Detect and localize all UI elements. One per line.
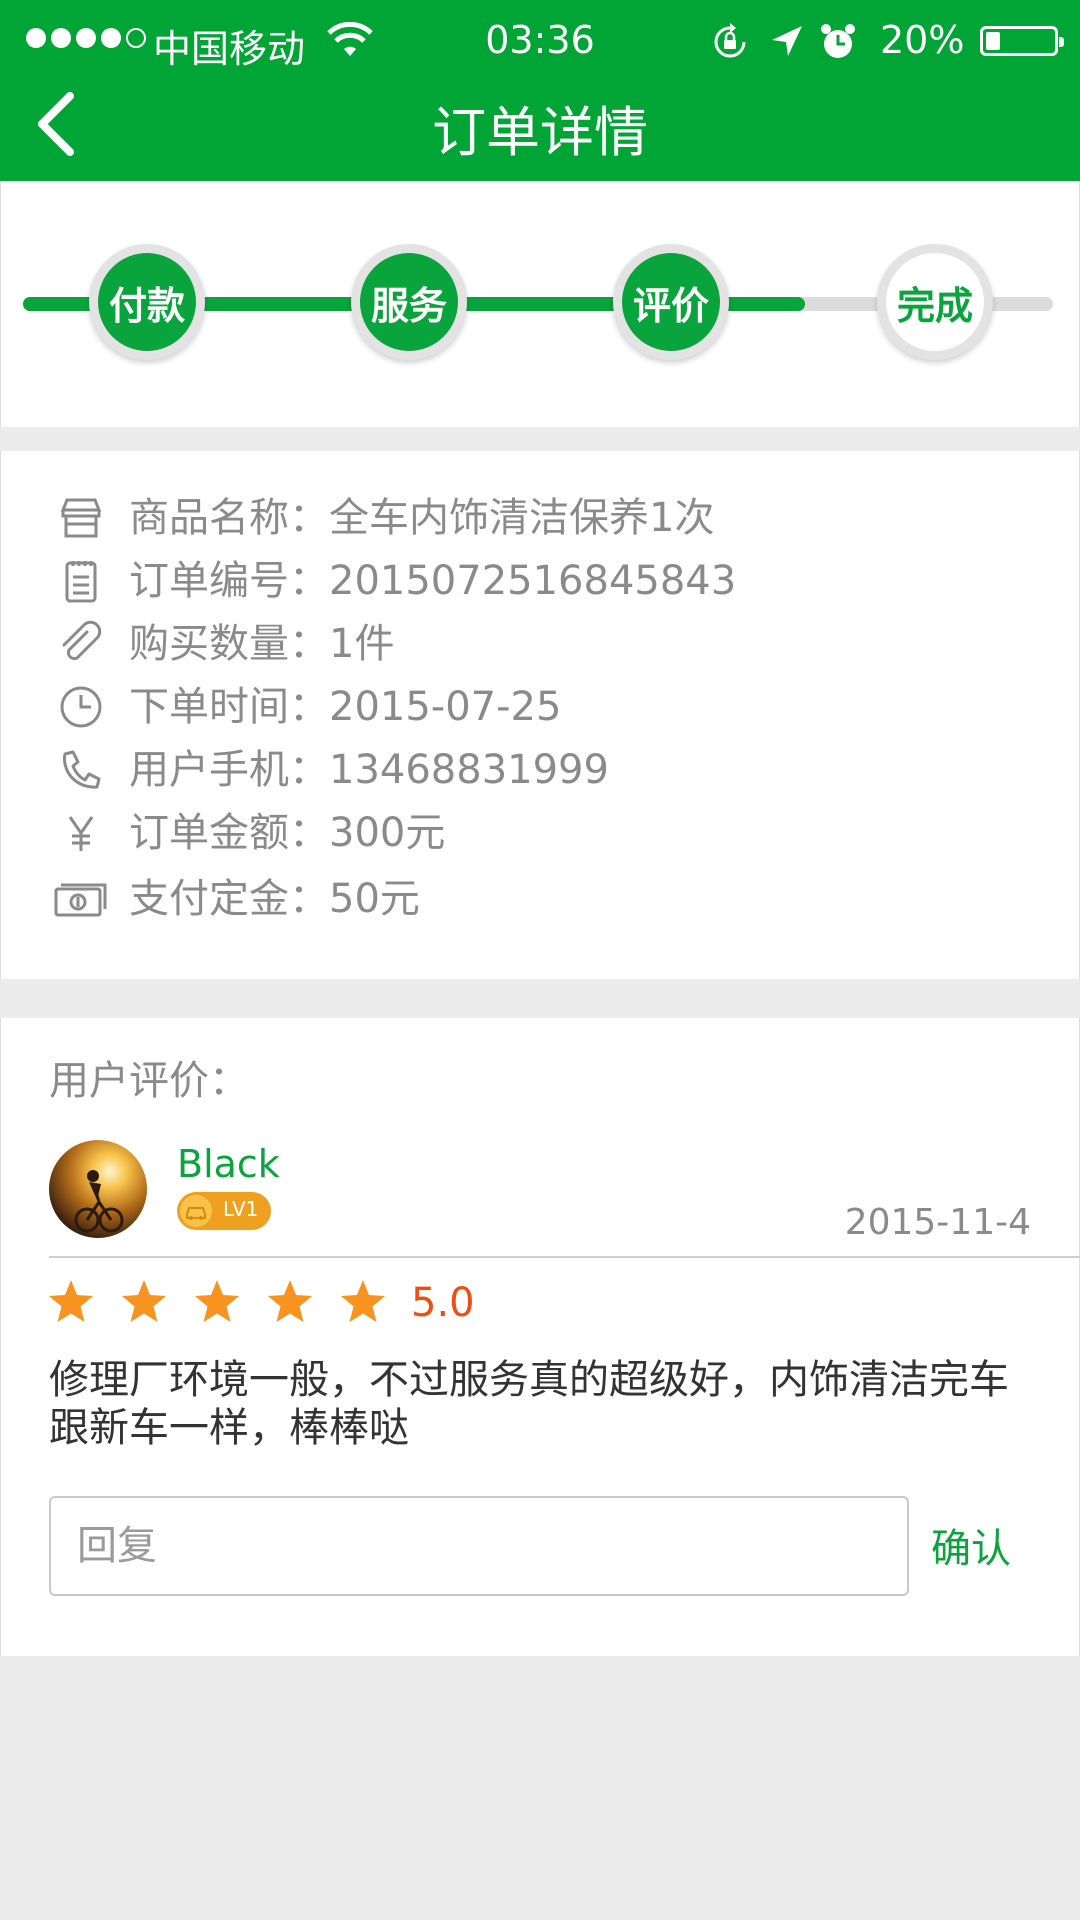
info-row-deposit: 支付定金：50元: [1, 869, 1080, 929]
level-label: LV1: [223, 1197, 259, 1221]
rotation-lock-icon: [714, 23, 746, 58]
star-rating: [47, 1278, 387, 1326]
order-progress: 付款 服务 评价 完成: [0, 181, 1080, 427]
paperclip-icon: [62, 620, 102, 661]
level-badge: LV1: [177, 1192, 271, 1230]
star-icon: [341, 1280, 385, 1322]
step-complete: 完成: [877, 244, 993, 360]
review-heading: 用户评价：: [49, 1058, 249, 1104]
info-row-amount: 订单金额：300元: [1, 803, 1080, 863]
rating-score: 5.0: [411, 1280, 475, 1326]
alarm-icon: [821, 24, 855, 58]
divider: [49, 1256, 1080, 1258]
info-row-phone: 用户手机：13468831999: [1, 740, 1080, 800]
info-row-quantity: 购买数量：1件: [1, 614, 1080, 674]
store-icon: [60, 498, 102, 538]
star-icon: [268, 1280, 312, 1322]
step-service: 服务: [351, 244, 467, 360]
review-text: 修理厂环境一般，不过服务真的超级好，内饰清洁完车跟新车一样，棒棒哒: [49, 1357, 1009, 1451]
confirm-button[interactable]: 确认: [931, 1516, 1011, 1574]
star-icon: [122, 1280, 166, 1322]
star-icon: [49, 1280, 93, 1322]
battery-icon: [980, 26, 1064, 56]
step-review: 评价: [613, 244, 729, 360]
review-date: 2015-11-4: [844, 1202, 1031, 1243]
header-bar: 中国移动 03:36 20% 订单详情: [0, 0, 1080, 181]
review-card: 用户评价： Black LV1 2015-11-4 5.0 修理厂环境一般，不过…: [0, 1018, 1080, 1656]
banknote-icon: [54, 883, 107, 917]
user-name: Black: [177, 1142, 280, 1186]
star-icon: [195, 1280, 239, 1322]
yen-icon: [68, 816, 94, 851]
page-title: 订单详情: [432, 101, 648, 164]
step-payment: 付款: [89, 244, 205, 360]
phone-icon: [63, 750, 101, 789]
location-icon: [772, 26, 802, 56]
battery-percent: 20%: [880, 18, 965, 62]
order-info-card: 商品名称：全车内饰清洁保养1次 订单编号：2015072516845843 购买…: [0, 451, 1080, 979]
clock-icon: [60, 686, 102, 728]
clipboard-icon: [65, 561, 97, 603]
info-row-product: 商品名称：全车内饰清洁保养1次: [1, 488, 1080, 548]
info-row-order-time: 下单时间：2015-07-25: [1, 677, 1080, 737]
car-icon: [180, 1195, 212, 1227]
status-bar: 中国移动 03:36 20%: [0, 0, 1080, 80]
reply-input[interactable]: [49, 1496, 909, 1596]
info-row-order-number: 订单编号：2015072516845843: [1, 551, 1080, 611]
avatar: [49, 1140, 147, 1238]
